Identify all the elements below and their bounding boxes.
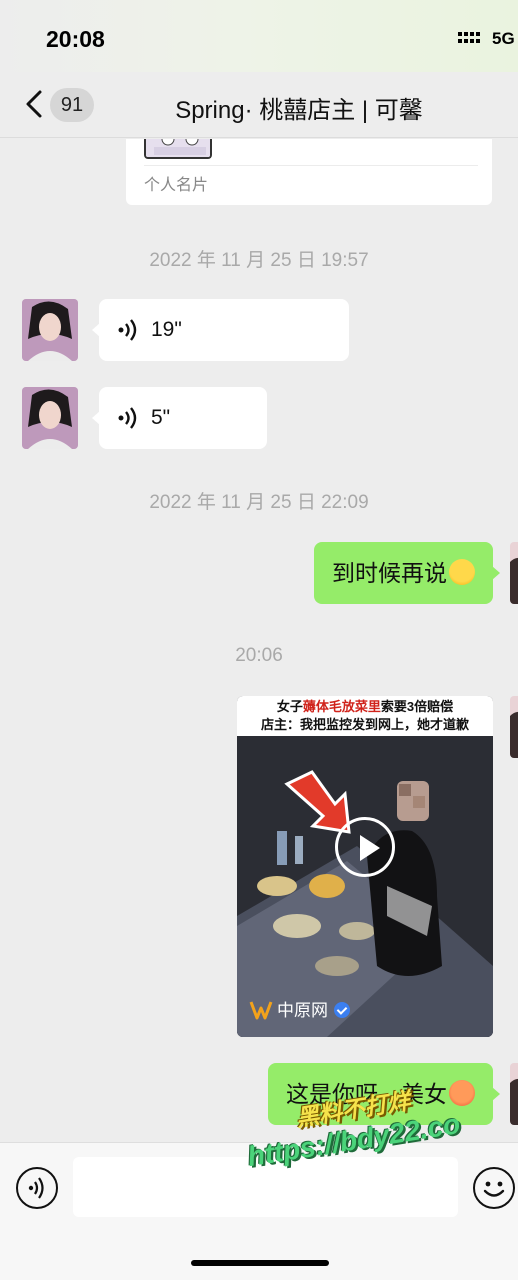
my-avatar[interactable]: [510, 696, 518, 758]
status-bar: 20:08 5G: [0, 0, 518, 72]
message-input[interactable]: [73, 1157, 458, 1217]
unread-count-badge[interactable]: 91: [50, 88, 94, 122]
voice-message[interactable]: 5": [92, 387, 267, 449]
card-thumbnail: [144, 139, 212, 159]
video-thumbnail: [237, 736, 493, 1037]
verified-badge-icon: [334, 1002, 350, 1018]
voice-duration: 19": [151, 318, 182, 341]
headline-highlight: 薅体毛放菜里: [302, 699, 381, 714]
emoji-button[interactable]: [473, 1167, 515, 1209]
voice-wave-icon: [118, 407, 137, 429]
headline-prefix: 女子: [276, 699, 303, 714]
status-time: 20:08: [46, 26, 105, 52]
contact-avatar[interactable]: [22, 387, 78, 449]
voice-wave-icon: [118, 319, 137, 341]
video-source-name: 中原网: [277, 1001, 328, 1020]
voice-duration: 5": [151, 406, 171, 429]
card-divider: [144, 165, 478, 166]
back-chevron-icon[interactable]: [22, 88, 46, 120]
message-text: 这是你呀，美女: [286, 1081, 447, 1107]
card-type-label: 个人名片: [144, 177, 209, 194]
my-avatar[interactable]: [510, 1063, 518, 1125]
video-source: 中原网: [249, 999, 350, 1023]
home-indicator[interactable]: [191, 1260, 329, 1266]
play-button[interactable]: [335, 817, 395, 877]
smiley-icon: [483, 1181, 505, 1197]
voice-wave-icon: [28, 1177, 44, 1199]
message-list[interactable]: 个人名片 2022 年 11 月 25 日 19:57 19" 5" 2022 …: [0, 139, 518, 1142]
zhongyuan-logo-icon: [249, 1001, 273, 1020]
video-message[interactable]: 女子薅体毛放菜里索要3倍赔偿 店主：我把监控发到网上，她才道歉 中原网: [237, 696, 493, 1037]
chat-title: Spring· 桃囍店主 | 可馨: [175, 97, 423, 124]
contact-avatar[interactable]: [22, 299, 78, 361]
sweating-angry-emoji-icon: [449, 1080, 475, 1106]
contact-card-message[interactable]: 个人名片: [126, 139, 492, 205]
video-headline: 女子薅体毛放菜里索要3倍赔偿 店主：我把监控发到网上，她才道歉: [237, 696, 493, 736]
crying-laughing-emoji-icon: [449, 559, 475, 585]
outgoing-text-message[interactable]: 这是你呀，美女: [268, 1063, 500, 1125]
video-subheadline: 店主：我把监控发到网上，她才道歉: [260, 717, 469, 732]
voice-input-toggle[interactable]: [16, 1167, 58, 1209]
message-text: 到时候再说: [332, 560, 447, 586]
headline-suffix: 索要3倍赔偿: [380, 699, 454, 714]
timestamp: 20:06: [235, 645, 283, 666]
my-avatar[interactable]: [510, 542, 518, 604]
voice-message[interactable]: 19": [92, 299, 349, 361]
outgoing-text-message[interactable]: 到时候再说: [314, 542, 500, 604]
network-type: 5G: [492, 29, 515, 48]
timestamp: 2022 年 11 月 25 日 19:57: [149, 250, 369, 271]
timestamp: 2022 年 11 月 25 日 22:09: [149, 492, 369, 513]
signal-icon: [458, 32, 480, 43]
chat-header: 91 Spring· 桃囍店主 | 可馨: [0, 72, 518, 138]
